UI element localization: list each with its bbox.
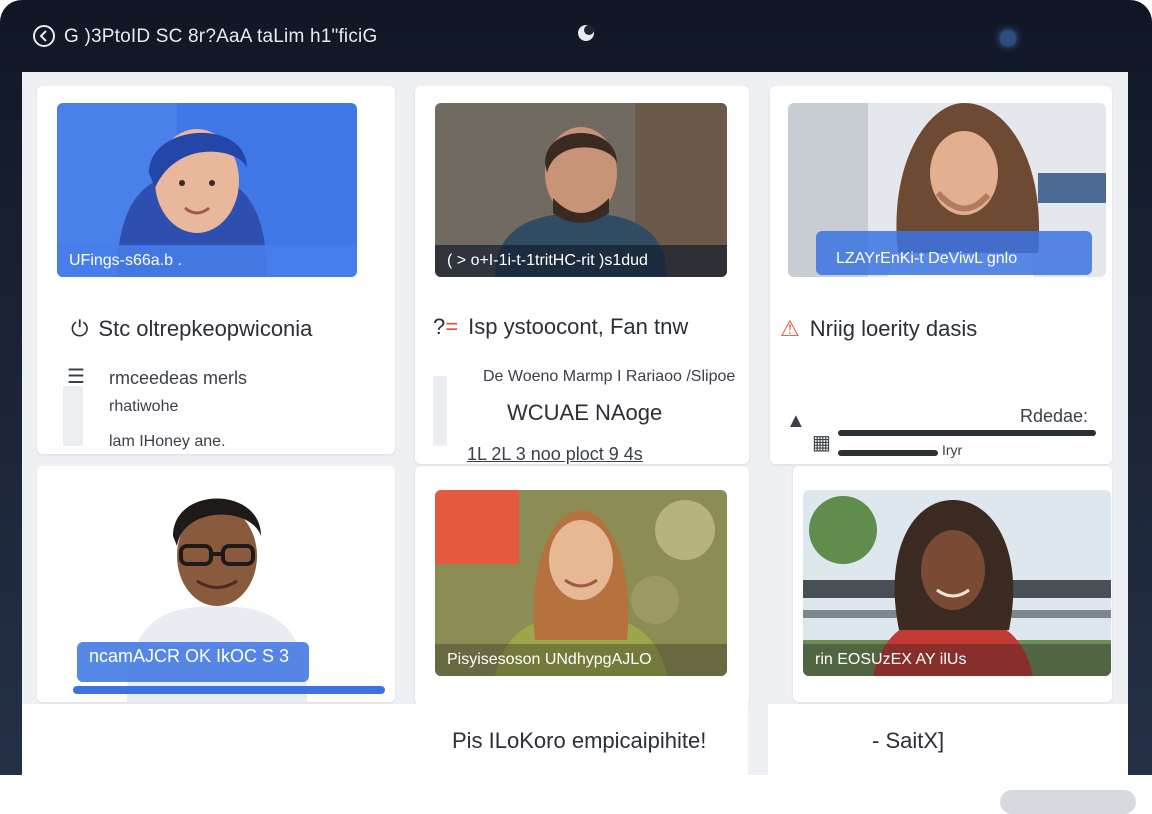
card-heading-1: ⏻ Stc oltrepkeopwiconia	[71, 316, 313, 341]
profile-photo-2[interactable]: ( > o+I-1i-t-1tritHC-rit )s1dud	[435, 103, 727, 277]
photo-caption-2: ( > o+I-1i-t-1tritHC-rit )s1dud	[435, 245, 727, 277]
wifi-icon: ?=	[433, 314, 459, 339]
photo-caption-6: rin EOSUzEX AY ilUs	[803, 644, 1111, 676]
photo-caption-5: Pisyisesoson UNdhypgAJLO	[435, 644, 727, 676]
title-bar: G )3PtoID SC 8r?AaA taLim h1"ficiG	[0, 0, 1152, 72]
decorative-stripe	[433, 376, 447, 446]
progress-bar	[838, 430, 1096, 436]
card-line-1: rmceedeas merls	[109, 368, 248, 388]
profile-card-4[interactable]: ncamAJCR OK IkOC S 3	[37, 466, 395, 702]
profile-photo-5[interactable]: Pisyisesoson UNdhypgAJLO	[435, 490, 727, 676]
footer-right: - SaitX]	[768, 704, 1128, 776]
photo-caption-4: ncamAJCR OK IkOC S 3	[89, 646, 290, 666]
home-indicator[interactable]	[1000, 790, 1136, 814]
card-sub-text: De Woeno Marmp I Rariaoo /Slipoe	[483, 368, 736, 385]
profile-card-1[interactable]: UFings-s66a.b . ⏻ Stc oltrepkeopwiconia ☰…	[37, 86, 395, 454]
profile-card-2[interactable]: ( > o+I-1i-t-1tritHC-rit )s1dud ?= Isp ys…	[415, 86, 749, 464]
footer-left: Pis ILoKoro empicaipihite!	[22, 704, 748, 776]
content-panel: UFings-s66a.b . ⏻ Stc oltrepkeopwiconia ☰…	[22, 72, 1128, 776]
card-subtitle: WCUAE NAoge	[507, 400, 663, 425]
grid-icon: ▦	[812, 432, 831, 454]
profile-card-6[interactable]: rin EOSUzEX AY ilUs	[793, 466, 1112, 702]
camera-dot-icon	[1000, 30, 1016, 46]
profile-photo-4[interactable]: ncamAJCR OK IkOC S 3	[37, 466, 395, 702]
profile-card-5[interactable]: Pisyisesoson UNdhypgAJLO	[415, 466, 749, 706]
card-footnote: Iryr	[942, 442, 963, 458]
moon-icon[interactable]	[578, 25, 594, 41]
footer-message: Pis ILoKoro empicaipihite!	[452, 728, 707, 753]
side-label: Rdedae:	[1020, 406, 1089, 426]
power-icon: ⏻	[71, 316, 89, 341]
card-line-2: rhatiwohe	[109, 398, 179, 415]
caption-underline-4	[73, 686, 385, 694]
card-heading-3: ⚠ Nriig loerity dasis	[780, 316, 978, 341]
footer-action[interactable]: - SaitX]	[872, 728, 944, 754]
profile-photo-1[interactable]: UFings-s66a.b .	[57, 103, 357, 277]
back-circle-icon[interactable]	[32, 24, 56, 48]
profile-photo-6[interactable]: rin EOSUzEX AY ilUs	[803, 490, 1111, 676]
decorative-stripe	[63, 386, 83, 446]
profile-photo-3[interactable]: LZAYrEnKi-t DeViwL gnlo	[788, 103, 1106, 277]
alert-icon: ⚠	[780, 316, 800, 341]
card-bottom-row: 1L 2L 3 noo ploct 9 4s	[467, 444, 643, 464]
progress-bar-2	[838, 450, 938, 456]
window-title: G )3PtoID SC 8r?AaA taLim h1"ficiG	[64, 26, 378, 47]
bell-icon: ▲	[786, 410, 806, 432]
photo-caption-3: LZAYrEnKi-t DeViwL gnlo	[836, 250, 1018, 267]
photo-caption-1: UFings-s66a.b .	[57, 245, 357, 277]
card-heading-2: ?= Isp ystoocont, Fan tnw	[433, 314, 689, 339]
profile-card-3[interactable]: LZAYrEnKi-t DeViwL gnlo ⚠ Nriig loerity d…	[770, 86, 1112, 464]
card-line-3: lam IHoney ane.	[109, 433, 226, 450]
